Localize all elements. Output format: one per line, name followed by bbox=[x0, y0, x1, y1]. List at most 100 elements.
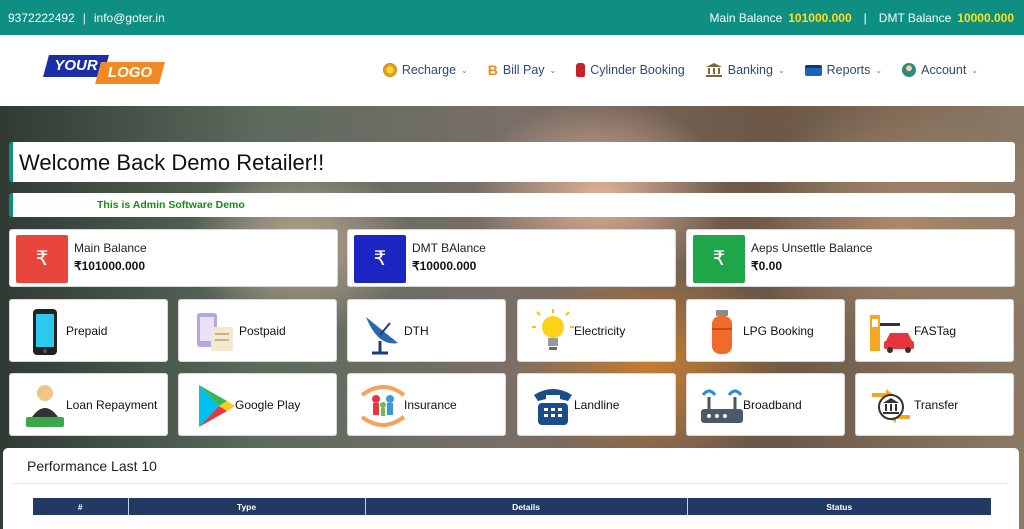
menu-banking[interactable]: Banking ⌄ bbox=[705, 62, 785, 78]
service-prepaid-label: Prepaid bbox=[66, 324, 108, 338]
column-header-status[interactable]: Status bbox=[687, 498, 991, 515]
chevron-down-icon: ⌄ bbox=[971, 65, 978, 75]
service-lpg-booking-label: LPG Booking bbox=[743, 324, 814, 338]
menu-cylinder-booking[interactable]: Cylinder Booking bbox=[576, 62, 685, 78]
service-fastag[interactable]: FASTag bbox=[855, 299, 1014, 362]
main-balance-value: 101000.000 bbox=[788, 11, 852, 25]
menu-recharge-label: Recharge bbox=[401, 63, 457, 77]
service-broadband-label: Broadband bbox=[743, 398, 802, 412]
dmt-balance-card-value: ₹10000.000 bbox=[412, 259, 477, 273]
email-address[interactable]: info@goter.in bbox=[94, 11, 165, 25]
menu-banking-label: Banking bbox=[727, 63, 773, 77]
cylinder-icon bbox=[576, 63, 586, 77]
menu-reports[interactable]: Reports ⌄ bbox=[804, 62, 883, 78]
fastag-toll-icon bbox=[870, 315, 914, 353]
gas-cylinder-icon bbox=[712, 310, 732, 354]
service-landline[interactable]: Landline bbox=[517, 373, 676, 436]
service-transfer-label: Transfer bbox=[914, 398, 959, 412]
service-google-play[interactable]: Google Play bbox=[178, 373, 337, 436]
phone-number[interactable]: 9372222492 bbox=[8, 11, 75, 25]
notice-text: This is Admin Software Demo bbox=[97, 199, 245, 211]
service-dth[interactable]: DTH bbox=[347, 299, 506, 362]
bank-transfer-icon bbox=[872, 389, 910, 423]
column-header-type[interactable]: Type bbox=[128, 498, 366, 515]
router-icon bbox=[701, 389, 743, 423]
reports-icon bbox=[804, 64, 822, 76]
menu-bill-pay[interactable]: B Bill Pay ⌄ bbox=[488, 62, 557, 78]
service-electricity-label: Electricity bbox=[574, 324, 626, 338]
menu-bill-pay-label: Bill Pay bbox=[502, 63, 545, 77]
header-balances: Main Balance 101000.000 | DMT Balance 10… bbox=[710, 11, 1014, 25]
service-dth-label: DTH bbox=[404, 324, 429, 338]
service-transfer[interactable]: Transfer bbox=[855, 373, 1014, 436]
welcome-heading: Welcome Back Demo Retailer!! bbox=[19, 150, 325, 175]
dmt-balance-label: DMT Balance bbox=[878, 11, 952, 25]
aeps-balance-card-label: Aeps Unsettle Balance bbox=[751, 241, 873, 255]
service-landline-label: Landline bbox=[574, 398, 620, 412]
mobile-phone-icon bbox=[33, 309, 57, 355]
main-balance-label: Main Balance bbox=[709, 11, 783, 25]
menu-account-label: Account bbox=[921, 63, 967, 77]
service-fastag-label: FASTag bbox=[914, 324, 957, 338]
column-header-index[interactable]: # bbox=[33, 498, 129, 515]
light-bulb-icon bbox=[532, 309, 574, 350]
service-insurance-label: Insurance bbox=[404, 398, 457, 412]
brand-logo[interactable]: YOUR LOGO bbox=[43, 55, 166, 85]
service-loan-repayment[interactable]: Loan Repayment bbox=[9, 373, 168, 436]
service-postpaid[interactable]: Postpaid bbox=[178, 299, 337, 362]
service-electricity[interactable]: Electricity bbox=[517, 299, 676, 362]
menu-cylinder-booking-label: Cylinder Booking bbox=[590, 63, 685, 77]
chevron-down-icon: ⌄ bbox=[875, 65, 883, 75]
main-balance-card-label: Main Balance bbox=[74, 241, 147, 255]
postpaid-bill-icon bbox=[197, 313, 233, 351]
main-menu: Recharge ⌄ B Bill Pay ⌄ Cylinder Booking… bbox=[382, 62, 978, 78]
aeps-balance-card-value: ₹0.00 bbox=[751, 259, 782, 273]
chevron-down-icon: ⌄ bbox=[461, 65, 468, 75]
performance-table: # Type Details Status bbox=[33, 498, 991, 515]
recharge-icon bbox=[382, 63, 397, 77]
landline-phone-icon bbox=[534, 389, 572, 425]
rupee-icon: ₹ bbox=[693, 235, 745, 283]
logo-logo-text: LOGO bbox=[107, 64, 153, 81]
contact-info: 9372222492 | info@goter.in bbox=[8, 11, 165, 25]
welcome-banner: Welcome Back Demo Retailer!! bbox=[9, 142, 1015, 182]
top-bar: 9372222492 | info@goter.in Main Balance … bbox=[0, 0, 1024, 35]
notice-banner: This is Admin Software Demo bbox=[9, 193, 1015, 217]
performance-panel: Performance Last 10 # Type Details Statu… bbox=[3, 448, 1019, 529]
menu-recharge[interactable]: Recharge ⌄ bbox=[382, 62, 468, 78]
family-insurance-icon bbox=[360, 385, 406, 427]
service-loan-repayment-label: Loan Repayment bbox=[66, 398, 158, 412]
balance-separator: | bbox=[863, 11, 867, 25]
rupee-icon: ₹ bbox=[16, 235, 68, 283]
performance-title: Performance Last 10 bbox=[27, 458, 157, 474]
service-google-play-label: Google Play bbox=[235, 398, 301, 412]
aeps-balance-card[interactable]: ₹ Aeps Unsettle Balance ₹0.00 bbox=[686, 229, 1015, 287]
service-insurance[interactable]: Insurance bbox=[347, 373, 506, 436]
service-postpaid-label: Postpaid bbox=[239, 324, 286, 338]
menu-account[interactable]: Account ⌄ bbox=[902, 62, 978, 78]
dmt-balance-card-label: DMT BAlance bbox=[412, 241, 486, 255]
contact-separator: | bbox=[82, 11, 86, 25]
service-lpg-booking[interactable]: LPG Booking bbox=[686, 299, 845, 362]
table-header-row: # Type Details Status bbox=[33, 498, 991, 515]
dmt-balance-card[interactable]: ₹ DMT BAlance ₹10000.000 bbox=[347, 229, 676, 287]
column-header-details[interactable]: Details bbox=[365, 498, 688, 515]
google-play-icon bbox=[199, 385, 235, 427]
loan-person-icon bbox=[26, 385, 64, 427]
menu-reports-label: Reports bbox=[826, 63, 871, 77]
chevron-down-icon: ⌄ bbox=[549, 65, 557, 75]
bill-pay-icon: B bbox=[487, 62, 498, 78]
main-balance-card[interactable]: ₹ Main Balance ₹101000.000 bbox=[9, 229, 338, 287]
account-icon bbox=[902, 63, 917, 77]
nav-bar: YOUR LOGO Recharge ⌄ B Bill Pay ⌄ Cylind… bbox=[0, 35, 1024, 106]
service-prepaid[interactable]: Prepaid bbox=[9, 299, 168, 362]
banking-icon bbox=[705, 63, 722, 77]
service-broadband[interactable]: Broadband bbox=[686, 373, 845, 436]
rupee-icon: ₹ bbox=[354, 235, 406, 283]
satellite-dish-icon bbox=[366, 317, 398, 355]
performance-divider bbox=[13, 483, 1009, 484]
chevron-down-icon: ⌄ bbox=[777, 65, 785, 75]
main-balance-card-value: ₹101000.000 bbox=[74, 259, 146, 273]
logo-logo-block: LOGO bbox=[95, 62, 165, 84]
dmt-balance-value: 10000.000 bbox=[957, 11, 1014, 25]
